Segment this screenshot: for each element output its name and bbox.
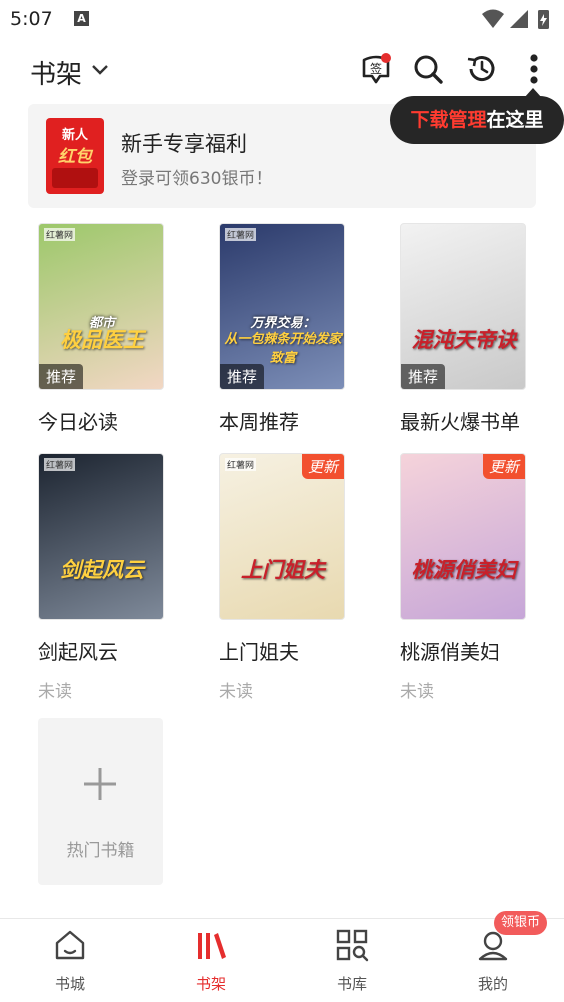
more-vertical-icon[interactable] bbox=[518, 52, 550, 86]
plus-icon bbox=[84, 768, 116, 800]
status-bar: 5:07 A bbox=[0, 0, 564, 38]
book-item[interactable]: 红薯网 万界交易： 从一包辣条开始发家致富 推荐本周推荐 bbox=[219, 223, 345, 473]
read-status: 未读 bbox=[38, 682, 72, 702]
page-title[interactable]: 书架 bbox=[30, 54, 82, 91]
home-icon bbox=[55, 930, 85, 960]
nav-label-bookstore: 书城 bbox=[54, 975, 85, 993]
status-icons bbox=[482, 9, 549, 29]
cover-title-art: 极品医王 bbox=[60, 328, 144, 352]
tooltip-text: 在这里 bbox=[486, 109, 544, 131]
promo-title: 新手专享福利 bbox=[121, 132, 247, 156]
book-title: 最新火爆书单 bbox=[400, 410, 520, 434]
book-title: 剑起风云 bbox=[38, 640, 118, 664]
book-cover[interactable]: 混沌天帝诀推荐 bbox=[400, 223, 526, 390]
book-title: 桃源俏美妇 bbox=[400, 640, 500, 664]
chevron-down-icon[interactable] bbox=[90, 60, 110, 80]
add-book-tile[interactable]: 热门书籍 bbox=[38, 718, 163, 885]
update-badge: 更新 bbox=[301, 454, 344, 479]
cover-brand: 红薯网 bbox=[44, 228, 76, 241]
tooltip-highlight: 下载管理 bbox=[410, 109, 487, 131]
book-item[interactable]: 桃源俏美妇 更新桃源俏美妇未读 bbox=[400, 453, 526, 703]
update-badge: 更新 bbox=[482, 454, 525, 479]
add-book-label: 热门书籍 bbox=[66, 841, 135, 861]
notification-icon: A bbox=[74, 11, 89, 26]
download-manager-tooltip[interactable]: 下载管理在这里 bbox=[390, 96, 564, 144]
cover-brand: 红薯网 bbox=[225, 228, 257, 241]
read-status: 未读 bbox=[219, 682, 253, 702]
wifi-icon bbox=[482, 9, 504, 28]
book-item[interactable]: 混沌天帝诀推荐最新火爆书单 bbox=[400, 223, 526, 473]
cover-title-art: 从一包辣条开始发家致富 bbox=[224, 332, 342, 366]
read-status: 未读 bbox=[400, 682, 434, 702]
sign-in-icon[interactable]: 签 bbox=[360, 52, 392, 86]
recommend-tag: 推荐 bbox=[39, 364, 84, 389]
book-cover[interactable]: 红薯网 都市 极品医王 推荐 bbox=[38, 223, 164, 390]
book-item[interactable]: 红薯网上门姐夫 更新上门姐夫未读 bbox=[219, 453, 345, 703]
recommend-tag: 推荐 bbox=[401, 364, 446, 389]
signal-icon bbox=[510, 10, 528, 28]
book-item[interactable]: 红薯网 都市 极品医王 推荐 今日必读 bbox=[38, 223, 164, 473]
envelope-base bbox=[52, 168, 98, 188]
library-icon bbox=[336, 929, 369, 962]
book-cover[interactable]: 红薯网剑起风云 bbox=[38, 453, 164, 620]
promo-image-text-1: 新人 bbox=[61, 128, 88, 143]
nav-item-library[interactable]: 书库 bbox=[302, 919, 402, 1002]
cover-brand: 红薯网 bbox=[44, 458, 76, 471]
bookshelf-icon bbox=[198, 933, 226, 959]
search-icon[interactable] bbox=[412, 52, 444, 86]
red-envelope-image: 新人 红包 bbox=[46, 118, 104, 194]
cover-title-art: 上门姐夫 bbox=[241, 558, 325, 582]
book-cover[interactable]: 桃源俏美妇 更新 bbox=[400, 453, 526, 620]
nav-label-library: 书库 bbox=[336, 975, 367, 993]
cover-title-art: 混沌天帝诀 bbox=[411, 328, 517, 352]
book-item[interactable]: 红薯网 剑起风云 剑起风云 未读 bbox=[38, 453, 164, 703]
book-title: 本周推荐 bbox=[219, 410, 299, 434]
cover-title-art: 桃源俏美妇 bbox=[411, 558, 517, 582]
recommend-tag: 推荐 bbox=[220, 364, 265, 389]
nav-item-bookshelf[interactable]: 书架 bbox=[161, 919, 261, 1002]
nav-label-bookshelf: 书架 bbox=[195, 975, 226, 993]
nav-item-bookstore[interactable]: 书城 bbox=[20, 919, 120, 1002]
nav-label-profile: 我的 bbox=[477, 975, 508, 993]
book-cover[interactable]: 红薯网上门姐夫 更新 bbox=[219, 453, 345, 620]
sign-icon-label: 签 bbox=[370, 61, 382, 76]
bottom-navigation: 书城 书架 书库 我的 bbox=[0, 918, 564, 1002]
promo-image-text-2: 红包 bbox=[58, 147, 92, 167]
history-icon[interactable] bbox=[465, 52, 497, 86]
promo-subtitle: 登录可领630银币！ bbox=[121, 169, 273, 189]
book-title: 上门姐夫 bbox=[219, 640, 299, 664]
notification-dot bbox=[381, 53, 391, 63]
silver-coin-badge[interactable]: 领银币 bbox=[494, 911, 548, 935]
top-bar: 书架 签 bbox=[0, 38, 564, 102]
book-title: 今日必读 bbox=[38, 410, 118, 434]
cover-title-art: 剑起风云 bbox=[60, 558, 144, 582]
status-time: 5:07 bbox=[10, 8, 53, 30]
book-cover[interactable]: 红薯网 万界交易： 从一包辣条开始发家致富 推荐 bbox=[219, 223, 345, 390]
cover-brand: 红薯网 bbox=[225, 458, 257, 471]
